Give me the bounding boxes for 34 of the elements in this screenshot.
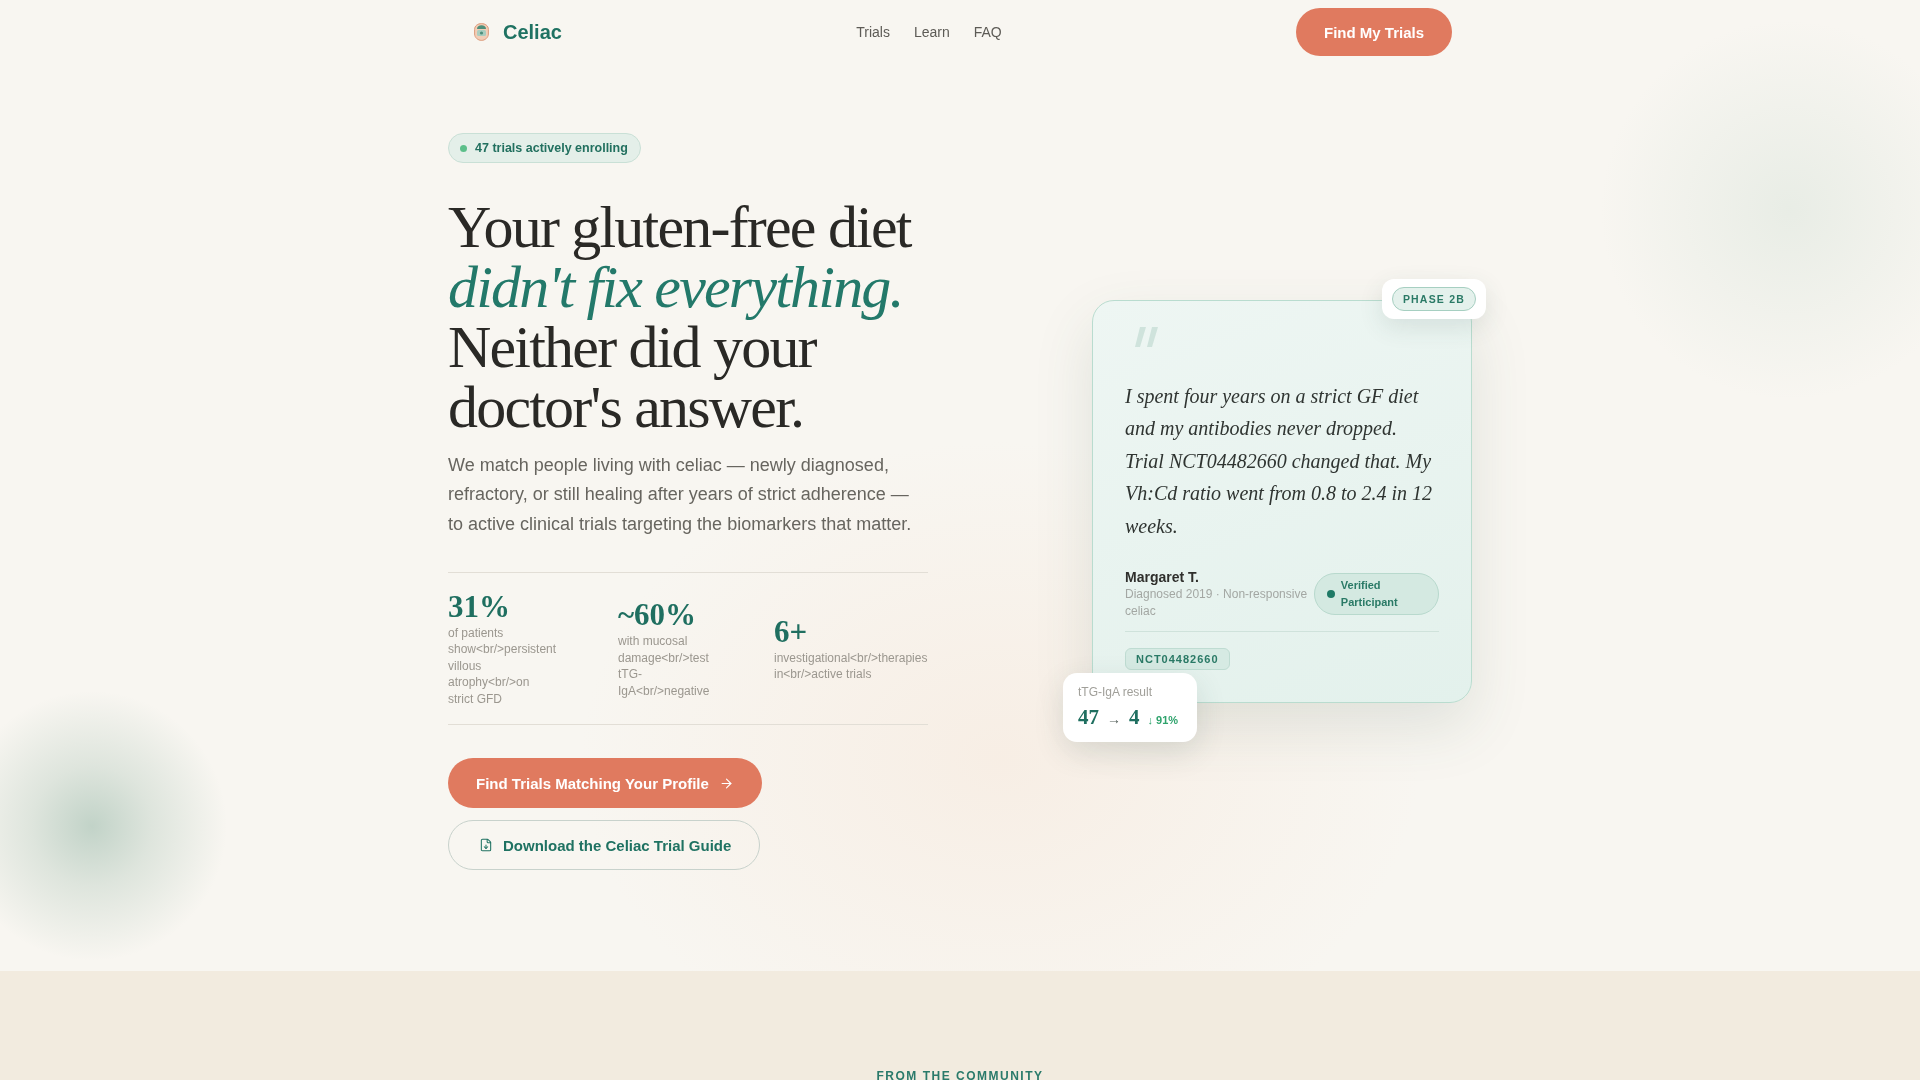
phase-tag: PHASE 2B xyxy=(1391,286,1476,311)
stat-label: investigational<br/>therapies in<br/>active trials xyxy=(774,649,928,683)
file-download-icon xyxy=(479,838,493,853)
result-before-value: 47 xyxy=(1078,705,1099,731)
status-dot-icon xyxy=(460,144,467,152)
result-arrow: → xyxy=(1107,711,1121,728)
author-details: Diagnosed 2019 · Non-responsive celiac xyxy=(1125,586,1309,620)
nav-link[interactable]: FAQ xyxy=(973,24,1002,40)
nav-link[interactable]: Learn xyxy=(913,24,950,40)
brand-logo-link[interactable]: Celiac xyxy=(474,20,562,44)
download-guide-button[interactable]: Download the Celiac Trial Guide xyxy=(448,820,761,871)
enrolling-count-text: 47 trials actively enrolling xyxy=(475,141,628,155)
result-after-value: 4 xyxy=(1129,705,1140,731)
find-trials-button[interactable]: Find My Trials xyxy=(1295,8,1452,56)
crest-icon xyxy=(474,23,489,41)
result-change: ↓ 91% xyxy=(1147,714,1179,727)
arrow-right-icon xyxy=(718,775,734,791)
stat-value: 6+ xyxy=(774,612,809,650)
testimonial-quote: I spent four years on a strict GF diet and my antibodies never dropped. Trial NCT04482660 changed that. My Vh:Cd ratio went from 0.8 to 2.4 in 12 weeks. xyxy=(1125,383,1434,539)
trial-id-tag: NCT04482660 xyxy=(1125,648,1230,671)
stat-value: ~60% xyxy=(618,596,698,634)
find-matching-trials-button[interactable]: Find Trials Matching Your Profile xyxy=(448,758,762,809)
author-name: Margaret T. xyxy=(1125,568,1200,587)
status-dot-icon xyxy=(1326,589,1335,598)
result-label: tTG-IgA result xyxy=(1078,684,1154,701)
stat-label: with mucosal damage<br/>test tTG-IgA<br/>negative xyxy=(618,633,711,700)
hero-headline: Your gluten-free diet didn't fix everything. Neither did your doctor's answer. xyxy=(448,197,913,437)
hero-description: We match people living with celiac — newly diagnosed, refractory, or still healing after years of strict adherence — to active clinical trials targeting the biomarkers that matter. xyxy=(448,454,913,536)
verified-label: Verified Participant xyxy=(1340,577,1399,610)
nav-link[interactable]: Trials xyxy=(856,24,890,40)
stat-label: of patients show<br/>persistent villous atrophy<br/>on strict GFD xyxy=(448,624,557,708)
quote-icon xyxy=(1134,326,1159,347)
stat-value: 31% xyxy=(448,587,511,625)
section-eyebrow: FROM THE COMMUNITY xyxy=(876,1069,1044,1080)
